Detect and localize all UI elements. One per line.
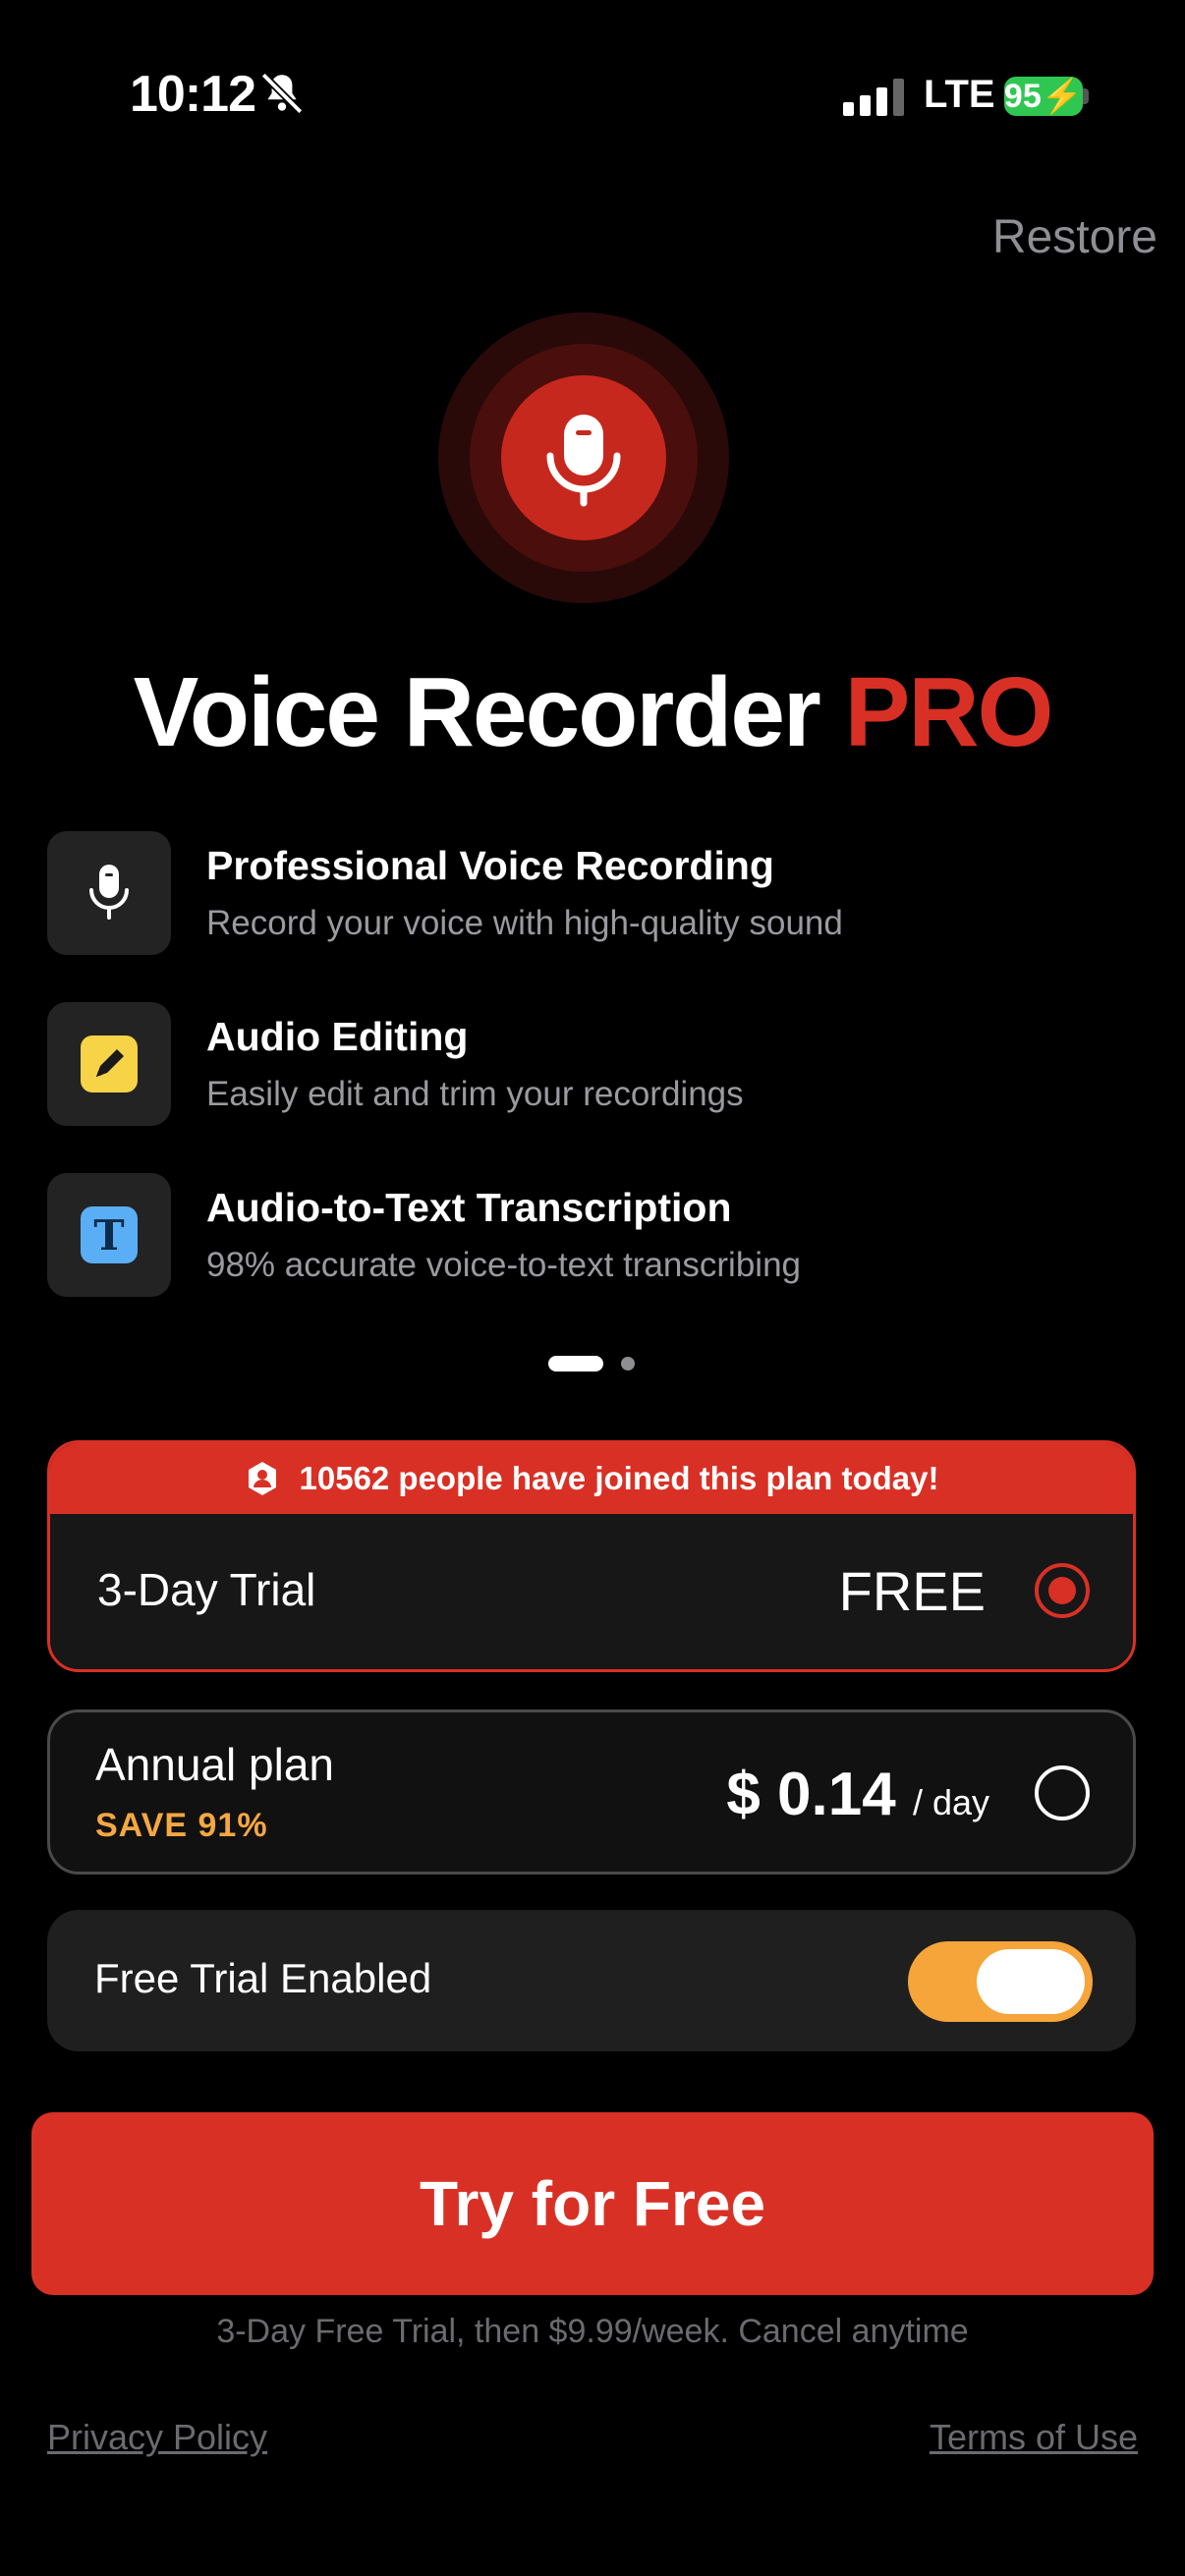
feature-title: Professional Voice Recording xyxy=(206,843,774,888)
restore-button[interactable]: Restore xyxy=(992,210,1157,264)
user-badge-icon xyxy=(249,1462,277,1495)
banner-text: 10562 people have joined this plan today… xyxy=(299,1460,939,1496)
terms-of-use-link[interactable]: Terms of Use xyxy=(930,2417,1138,2458)
text-t-icon: T xyxy=(81,1206,138,1263)
battery-tip xyxy=(1083,88,1089,104)
bell-slash-icon xyxy=(260,72,304,115)
battery-icon: 95 ⚡ xyxy=(1003,77,1084,116)
feature-description: Record your voice with high-quality soun… xyxy=(206,904,843,942)
plan-price: $ 0.14 / day xyxy=(726,1760,989,1829)
feature-description: Easily edit and trim your recordings xyxy=(206,1075,744,1113)
pencil-edit-icon xyxy=(81,1036,138,1092)
social-proof-banner: 10562 people have joined this plan today… xyxy=(50,1443,1133,1514)
plan-card-annual[interactable]: Annual plan SAVE 91% $ 0.14 / day xyxy=(47,1709,1136,1875)
try-for-free-button[interactable]: Try for Free xyxy=(31,2112,1154,2295)
plan-radio-selected[interactable] xyxy=(1035,1563,1090,1618)
plan-radio[interactable] xyxy=(1035,1765,1090,1820)
svg-text:T: T xyxy=(93,1211,124,1260)
feature-icon-transcription: T xyxy=(47,1173,171,1297)
free-trial-toggle-row: Free Trial Enabled xyxy=(47,1910,1136,2051)
title-accent: PRO xyxy=(844,657,1054,767)
title-main: Voice Recorder xyxy=(133,657,821,767)
toggle-knob xyxy=(977,1949,1085,2014)
carousel-dot[interactable] xyxy=(621,1357,635,1371)
status-time: 10:12 xyxy=(130,66,256,123)
free-trial-toggle[interactable] xyxy=(908,1941,1093,2022)
network-type: LTE xyxy=(924,73,995,116)
trial-terms-note: 3-Day Free Trial, then $9.99/week. Cance… xyxy=(216,2313,969,2350)
plan-price: FREE xyxy=(838,1560,986,1622)
plan-card-trial[interactable]: 10562 people have joined this plan today… xyxy=(47,1440,1136,1672)
microphone-icon xyxy=(546,415,621,507)
feature-description: 98% accurate voice-to-text transcribing xyxy=(206,1246,801,1284)
app-title: Voice Recorder PRO xyxy=(0,656,1185,769)
plan-label: 3-Day Trial xyxy=(97,1564,316,1615)
radio-dot xyxy=(1048,1577,1076,1604)
toggle-label: Free Trial Enabled xyxy=(94,1955,432,2001)
carousel-dot-active[interactable] xyxy=(548,1356,603,1372)
save-badge: SAVE 91% xyxy=(95,1807,268,1844)
plan-label: Annual plan xyxy=(95,1739,334,1790)
privacy-policy-link[interactable]: Privacy Policy xyxy=(47,2417,267,2458)
feature-title: Audio-to-Text Transcription xyxy=(206,1185,732,1230)
microphone-icon xyxy=(89,865,129,920)
feature-icon-recording xyxy=(47,831,171,955)
feature-icon-editing xyxy=(47,1002,171,1126)
battery-level: 95 xyxy=(1003,77,1042,115)
annual-price-value: $ 0.14 xyxy=(726,1761,896,1828)
annual-price-period: / day xyxy=(912,1782,989,1822)
cellular-signal-icon xyxy=(843,79,904,116)
feature-title: Audio Editing xyxy=(206,1014,469,1059)
